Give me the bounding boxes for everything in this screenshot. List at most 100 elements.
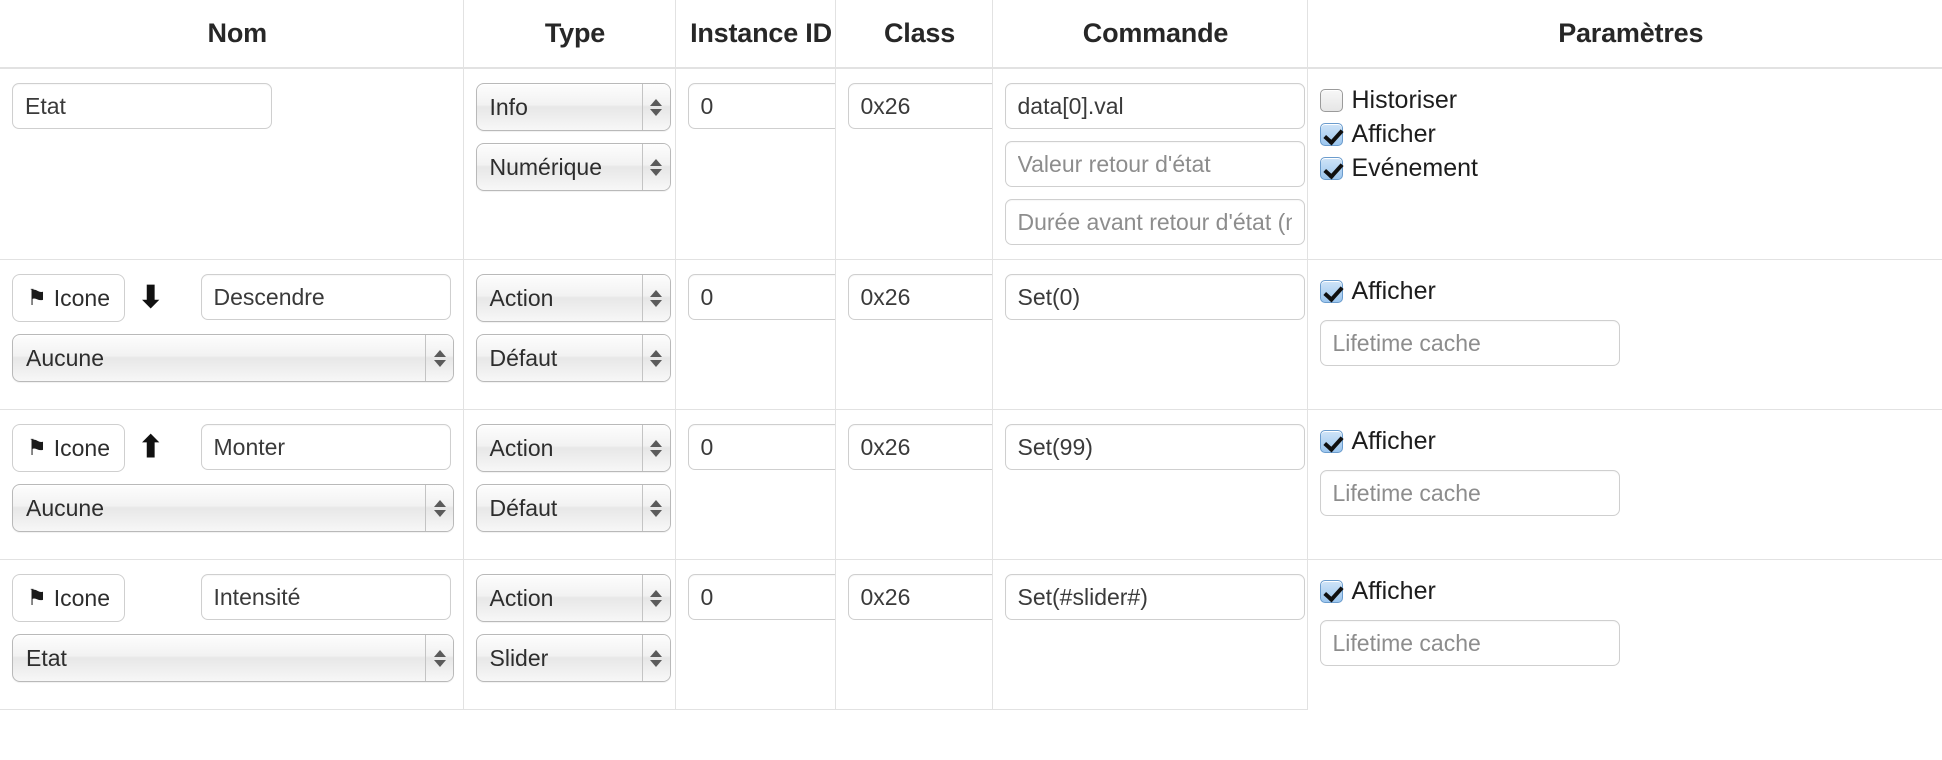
cell-commande bbox=[992, 409, 1308, 560]
type-subtype-select[interactable]: Numérique bbox=[475, 143, 671, 191]
chevron-updown-icon bbox=[641, 635, 670, 681]
chevron-updown-icon bbox=[641, 575, 670, 621]
icone-button-label: Icone bbox=[53, 284, 110, 311]
cell-nom: ⚑ Icone ⬆ Aucune bbox=[0, 409, 464, 560]
class-input[interactable] bbox=[847, 574, 1008, 620]
nom-label-input[interactable] bbox=[200, 424, 451, 470]
type-subtype-select[interactable]: Slider bbox=[475, 634, 671, 682]
checkbox-icon[interactable] bbox=[1319, 579, 1343, 603]
nom-select[interactable]: Aucune bbox=[12, 484, 454, 532]
lifetime-cache-input[interactable] bbox=[1319, 620, 1620, 666]
type-kind-select[interactable]: Info bbox=[475, 83, 671, 131]
cell-commande bbox=[992, 259, 1308, 410]
lifetime-cache-input[interactable] bbox=[1319, 320, 1620, 366]
commande-input[interactable] bbox=[1004, 574, 1305, 620]
nom-input[interactable] bbox=[12, 83, 272, 129]
commande-input[interactable] bbox=[1004, 424, 1305, 470]
arrow-up-icon: ⬆ bbox=[138, 431, 164, 464]
checkbox-historiser[interactable]: Historiser bbox=[1319, 83, 1931, 117]
cell-type: Info Numérique bbox=[463, 68, 676, 260]
nom-select-value: Aucune bbox=[26, 495, 105, 521]
arrow-down-icon: ⬇ bbox=[138, 281, 164, 314]
icone-button-label: Icone bbox=[53, 434, 110, 461]
class-input[interactable] bbox=[847, 274, 1008, 320]
commande-input[interactable] bbox=[1004, 83, 1305, 129]
chevron-updown-icon bbox=[641, 425, 670, 471]
table-body: Info Numérique bbox=[0, 68, 1942, 710]
config-table: Nom Type Instance ID Class Commande Para… bbox=[0, 0, 1942, 710]
column-header-commande: Commande bbox=[992, 0, 1308, 69]
chevron-updown-icon bbox=[641, 485, 670, 531]
valeur-retour-etat-input[interactable] bbox=[1004, 141, 1305, 187]
icone-button[interactable]: ⚑ Icone bbox=[12, 424, 125, 472]
checkbox-label: Historiser bbox=[1351, 85, 1458, 114]
checkbox-afficher[interactable]: Afficher bbox=[1319, 117, 1931, 151]
class-input[interactable] bbox=[847, 424, 1008, 470]
cell-instance-id bbox=[675, 68, 868, 260]
header-row: Nom Type Instance ID Class Commande Para… bbox=[0, 0, 1942, 69]
nom-select[interactable]: Etat bbox=[12, 634, 454, 682]
column-header-class: Class bbox=[835, 0, 993, 69]
cell-instance-id bbox=[675, 259, 868, 410]
cell-instance-id bbox=[675, 409, 868, 560]
cell-nom bbox=[0, 68, 464, 260]
type-kind-select[interactable]: Action bbox=[475, 274, 671, 322]
type-kind-select[interactable]: Action bbox=[475, 424, 671, 472]
icone-button[interactable]: ⚑ Icone bbox=[12, 574, 125, 622]
cell-class bbox=[835, 68, 1008, 260]
checkbox-icon[interactable] bbox=[1319, 429, 1343, 453]
checkbox-label: Afficher bbox=[1351, 276, 1436, 305]
column-header-instance-id: Instance ID bbox=[675, 0, 836, 69]
chevron-updown-icon bbox=[641, 335, 670, 381]
cell-instance-id bbox=[675, 559, 868, 710]
class-input[interactable] bbox=[847, 83, 1008, 129]
nom-select-value: Aucune bbox=[26, 345, 105, 371]
duree-retour-etat-input[interactable] bbox=[1004, 199, 1305, 245]
column-header-type: Type bbox=[463, 0, 676, 69]
cell-type: Action Défaut bbox=[463, 259, 676, 410]
icone-button[interactable]: ⚑ Icone bbox=[12, 274, 125, 322]
cell-nom: ⚑ Icone ⬇ Aucune bbox=[0, 259, 464, 410]
nom-select-value: Etat bbox=[26, 645, 67, 671]
nom-select[interactable]: Aucune bbox=[12, 334, 454, 382]
checkbox-label: Afficher bbox=[1351, 119, 1436, 148]
checkbox-icon[interactable] bbox=[1319, 122, 1343, 146]
checkbox-label: Evénement bbox=[1351, 153, 1478, 182]
cell-parametres: Afficher bbox=[1307, 559, 1942, 710]
cell-nom: ⚑ Icone Etat bbox=[0, 559, 464, 710]
table-row: ⚑ Icone ⬆ Aucune Action bbox=[0, 409, 1942, 560]
chevron-updown-icon bbox=[641, 84, 670, 130]
checkbox-afficher[interactable]: Afficher bbox=[1319, 574, 1931, 608]
flag-icon: ⚑ bbox=[27, 285, 47, 310]
checkbox-evenement[interactable]: Evénement bbox=[1319, 151, 1931, 185]
table-header: Nom Type Instance ID Class Commande Para… bbox=[0, 0, 1942, 69]
cell-commande bbox=[992, 68, 1308, 260]
flag-icon: ⚑ bbox=[27, 435, 47, 460]
checkbox-icon[interactable] bbox=[1319, 156, 1343, 180]
nom-label-input[interactable] bbox=[200, 274, 451, 320]
cell-type: Action Défaut bbox=[463, 409, 676, 560]
lifetime-cache-input[interactable] bbox=[1319, 470, 1620, 516]
type-kind-select[interactable]: Action bbox=[475, 574, 671, 622]
nom-label-input[interactable] bbox=[200, 574, 451, 620]
table-row: ⚑ Icone ⬇ Aucune Action bbox=[0, 259, 1942, 410]
cell-type: Action Slider bbox=[463, 559, 676, 710]
table-row: ⚑ Icone Etat Action bbox=[0, 559, 1942, 710]
type-subtype-select[interactable]: Défaut bbox=[475, 484, 671, 532]
chevron-updown-icon bbox=[641, 144, 670, 190]
cell-class bbox=[835, 259, 1008, 410]
table-row: Info Numérique bbox=[0, 68, 1942, 260]
chevron-updown-icon bbox=[425, 635, 453, 681]
flag-icon: ⚑ bbox=[27, 585, 47, 610]
commande-input[interactable] bbox=[1004, 274, 1305, 320]
checkbox-icon[interactable] bbox=[1319, 88, 1343, 112]
checkbox-label: Afficher bbox=[1351, 576, 1436, 605]
column-header-nom: Nom bbox=[0, 0, 464, 69]
cell-parametres: Afficher bbox=[1307, 259, 1942, 410]
checkbox-afficher[interactable]: Afficher bbox=[1319, 424, 1931, 458]
chevron-updown-icon bbox=[641, 275, 670, 321]
checkbox-icon[interactable] bbox=[1319, 279, 1343, 303]
checkbox-afficher[interactable]: Afficher bbox=[1319, 274, 1931, 308]
type-subtype-select[interactable]: Défaut bbox=[475, 334, 671, 382]
cell-class bbox=[835, 409, 1008, 560]
